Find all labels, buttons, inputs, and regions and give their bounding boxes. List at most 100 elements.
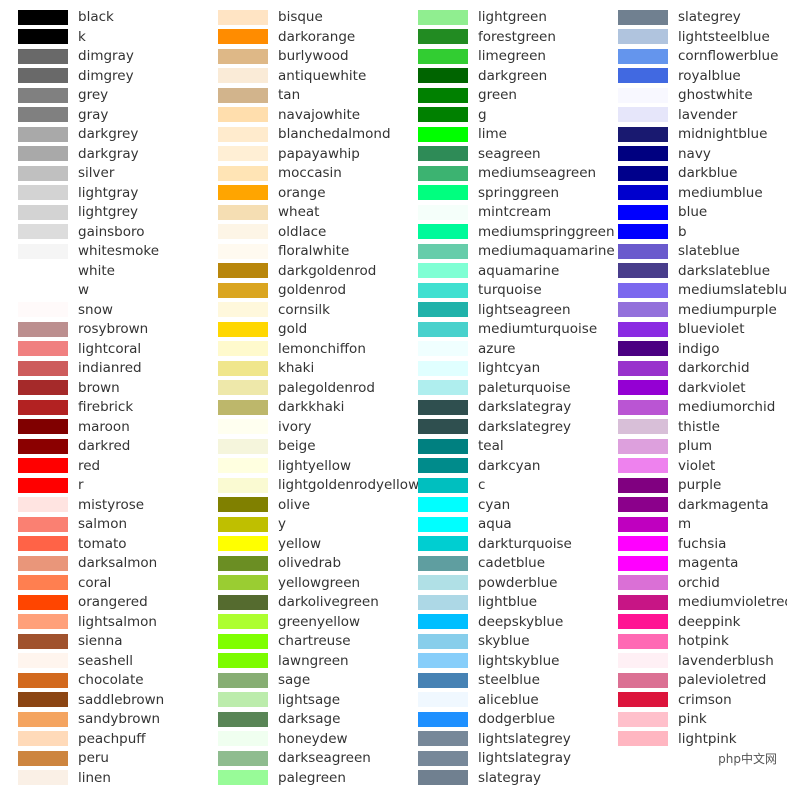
color-entry: lightsage <box>218 690 340 709</box>
color-entry: indigo <box>618 339 719 358</box>
color-entry: g <box>418 105 487 124</box>
color-name-label: hotpink <box>678 633 729 650</box>
color-entry: maroon <box>18 417 130 436</box>
color-entry: yellowgreen <box>218 573 360 592</box>
color-name-label: darkkhaki <box>278 399 345 416</box>
color-name-label: lightskyblue <box>478 652 560 669</box>
color-swatch <box>618 672 668 688</box>
color-entry: fuchsia <box>618 534 726 553</box>
color-entry: slategrey <box>618 8 741 27</box>
color-name-label: lightgreen <box>478 9 547 25</box>
color-swatch <box>418 107 468 123</box>
color-entry: darkolivegreen <box>218 593 379 612</box>
color-name-label: seashell <box>78 652 134 669</box>
color-swatch <box>418 750 468 766</box>
color-swatch <box>218 731 268 747</box>
color-entry: antiquewhite <box>218 66 366 85</box>
color-entry: b <box>618 222 687 241</box>
color-entry: steelblue <box>418 671 540 690</box>
color-entry: limegreen <box>418 47 546 66</box>
color-name-label: salmon <box>78 516 128 533</box>
color-name-label: navy <box>678 145 711 162</box>
color-swatch <box>418 399 468 415</box>
color-entry: darkviolet <box>618 378 746 397</box>
color-swatch <box>618 282 668 298</box>
color-name-label: khaki <box>278 360 315 377</box>
color-name-label: blueviolet <box>678 321 745 338</box>
color-swatch <box>618 419 668 435</box>
color-name-label: mediumspringgreen <box>478 223 615 240</box>
color-swatch <box>618 204 668 220</box>
color-entry: turquoise <box>418 281 542 300</box>
color-swatch <box>418 477 468 493</box>
color-entry: darkgoldenrod <box>218 261 376 280</box>
color-swatch <box>18 87 68 103</box>
color-entry: plum <box>618 437 712 456</box>
color-entry: sienna <box>18 632 122 651</box>
color-swatch <box>18 302 68 318</box>
color-entry: aqua <box>418 515 512 534</box>
color-name-label: darkcyan <box>478 457 541 474</box>
color-name-label: oldlace <box>278 223 327 240</box>
color-entry: aquamarine <box>418 261 559 280</box>
color-entry: tan <box>218 86 300 105</box>
color-entry: magenta <box>618 554 738 573</box>
color-swatch <box>418 555 468 571</box>
color-swatch <box>618 48 668 64</box>
color-swatch <box>418 770 468 786</box>
color-name-label: antiquewhite <box>278 67 367 84</box>
color-name-label: g <box>478 106 487 123</box>
color-name-label: thistle <box>678 418 720 435</box>
color-name-label: lightsteelblue <box>678 28 770 45</box>
color-swatch <box>418 87 468 103</box>
color-swatch <box>418 165 468 181</box>
color-name-label: dimgray <box>78 48 134 65</box>
color-swatch <box>618 516 668 532</box>
color-name-label: peachpuff <box>78 730 146 747</box>
color-swatch <box>18 68 68 84</box>
color-entry: skyblue <box>418 632 530 651</box>
color-swatch <box>218 360 268 376</box>
color-entry: palevioletred <box>618 671 766 690</box>
color-name-label: bisque <box>278 9 323 25</box>
color-name-label: azure <box>478 340 516 357</box>
color-name-label: k <box>78 28 86 45</box>
color-name-label: darkorange <box>278 28 356 45</box>
color-entry: beige <box>218 437 316 456</box>
color-swatch <box>18 243 68 259</box>
color-swatch <box>418 438 468 454</box>
color-name-label: darkslateblue <box>678 262 771 279</box>
color-name-label: darksage <box>278 711 341 728</box>
color-swatch <box>418 126 468 142</box>
color-swatch <box>218 68 268 84</box>
color-name-label: dimgrey <box>78 67 134 84</box>
color-name-label: darkturquoise <box>478 535 572 552</box>
color-name-label: lightslategray <box>478 750 571 767</box>
color-entry: gold <box>218 320 307 339</box>
color-swatch <box>418 516 468 532</box>
color-entry: paleturquoise <box>418 378 571 397</box>
color-swatch <box>418 419 468 435</box>
color-swatch <box>218 107 268 123</box>
color-name-label: ivory <box>278 418 312 435</box>
color-swatch <box>618 360 668 376</box>
color-name-label: lightyellow <box>278 457 352 474</box>
color-name-label: mediumblue <box>678 184 763 201</box>
color-entry: forestgreen <box>418 27 556 46</box>
color-swatch <box>618 594 668 610</box>
color-swatch <box>618 614 668 630</box>
color-name-label: rosybrown <box>78 321 149 338</box>
color-name-label: steelblue <box>478 672 540 689</box>
color-entry: palegoldenrod <box>218 378 375 397</box>
color-name-label: navajowhite <box>278 106 361 123</box>
color-swatch <box>218 399 268 415</box>
color-name-label: lightcyan <box>478 360 541 377</box>
color-name-label: palegreen <box>278 769 346 786</box>
color-name-label: magenta <box>678 555 739 572</box>
color-entry: cyan <box>418 495 510 514</box>
color-swatch <box>418 9 468 25</box>
color-name-label: palevioletred <box>678 672 767 689</box>
color-swatch <box>618 185 668 201</box>
color-entry: hotpink <box>618 632 729 651</box>
color-swatch <box>218 87 268 103</box>
